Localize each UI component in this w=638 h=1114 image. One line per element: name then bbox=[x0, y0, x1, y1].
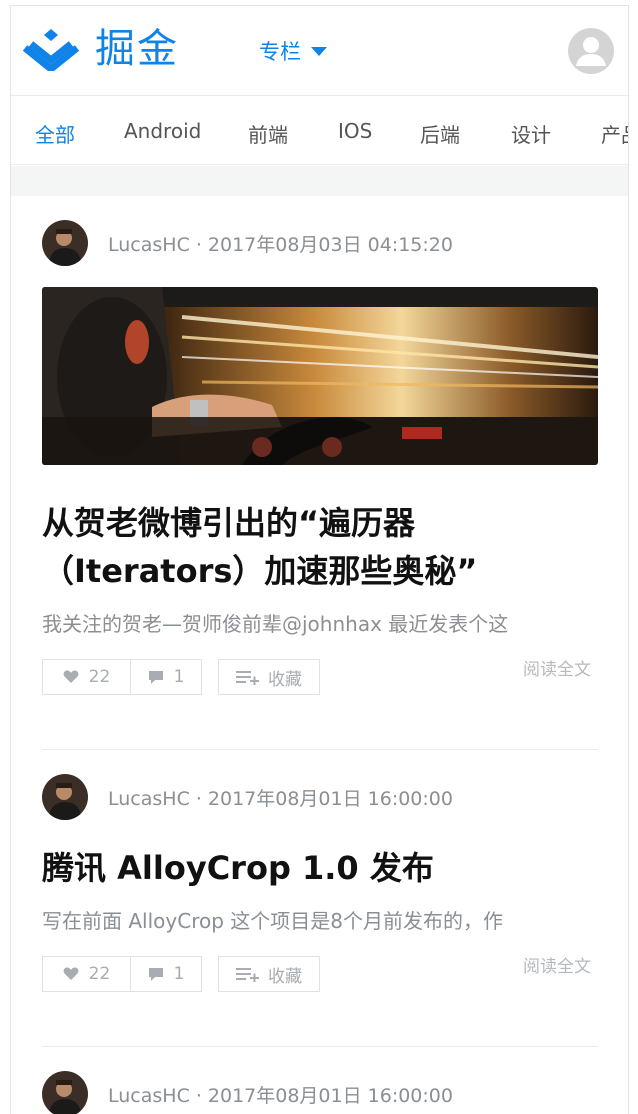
author-name[interactable]: LucasHC bbox=[108, 788, 190, 810]
collect-label: 收藏 bbox=[268, 669, 302, 690]
article-title[interactable]: 从贺老微博引出的“遍历器（Iterators）加速那些奥秘” bbox=[42, 499, 598, 595]
cover-photo bbox=[42, 287, 598, 465]
article-meta: LucasHC · 2017年08月01日 16:00:00 bbox=[42, 1071, 598, 1114]
publish-date: 2017年08月01日 16:00:00 bbox=[207, 787, 453, 810]
article-meta-text: LucasHC · 2017年08月01日 16:00:00 bbox=[108, 1084, 453, 1107]
author-name[interactable]: LucasHC bbox=[108, 234, 190, 256]
tab-design[interactable]: 设计 bbox=[511, 119, 551, 148]
article-card[interactable]: LucasHC · 2017年08月01日 16:00:00 bbox=[42, 1071, 598, 1114]
article-divider bbox=[42, 749, 598, 750]
tab-frontend[interactable]: 前端 bbox=[248, 119, 288, 148]
read-more-link[interactable]: 阅读全文 bbox=[523, 952, 591, 977]
column-select[interactable]: 专栏 bbox=[259, 36, 327, 66]
user-icon bbox=[576, 37, 606, 66]
article-actions: 22 1 收藏 阅读全文 bbox=[42, 659, 598, 695]
publish-date: 2017年08月03日 04:15:20 bbox=[207, 233, 453, 256]
chevron-down-icon bbox=[311, 46, 327, 56]
article-actions: 22 1 收藏 阅读全文 bbox=[42, 956, 598, 992]
column-select-label: 专栏 bbox=[259, 40, 301, 64]
tab-backend[interactable]: 后端 bbox=[420, 119, 460, 148]
heart-icon bbox=[63, 967, 79, 980]
author-photo bbox=[42, 220, 88, 266]
article-meta: LucasHC · 2017年08月03日 04:15:20 bbox=[42, 220, 598, 266]
publish-date: 2017年08月01日 16:00:00 bbox=[207, 1084, 453, 1107]
like-button[interactable]: 22 bbox=[43, 957, 131, 991]
article-card[interactable]: LucasHC · 2017年08月01日 16:00:00 腾讯 AlloyCro… bbox=[42, 774, 598, 992]
author-photo bbox=[42, 1071, 88, 1114]
collect-label: 收藏 bbox=[268, 966, 302, 987]
logo-text: 掘金 bbox=[95, 26, 179, 72]
category-tabs: 全部 Android 前端 IOS 后端 设计 产品 bbox=[11, 97, 628, 165]
comment-icon bbox=[148, 967, 163, 981]
author-avatar[interactable] bbox=[42, 1071, 88, 1114]
article-meta-text: LucasHC · 2017年08月03日 04:15:20 bbox=[108, 233, 453, 256]
like-comment-group: 22 1 bbox=[42, 659, 202, 695]
article-card[interactable]: LucasHC · 2017年08月03日 04:15:20 从贺老微博引出的“… bbox=[42, 220, 598, 695]
app-frame: 掘金 专栏 全部 Android 前端 IOS 后端 设计 产品 bbox=[10, 5, 629, 1114]
author-avatar[interactable] bbox=[42, 774, 88, 820]
collect-button[interactable]: 收藏 bbox=[218, 956, 320, 992]
comment-count: 1 bbox=[173, 667, 185, 687]
like-count: 22 bbox=[88, 667, 111, 687]
tab-android[interactable]: Android bbox=[124, 119, 201, 143]
author-name[interactable]: LucasHC bbox=[108, 1085, 190, 1107]
like-button[interactable]: 22 bbox=[43, 660, 131, 694]
heart-icon bbox=[63, 670, 79, 683]
logo[interactable]: 掘金 bbox=[23, 26, 179, 72]
comment-button[interactable]: 1 bbox=[131, 957, 201, 991]
article-excerpt: 我关注的贺老—贺师俊前辈@johnhax 最近发表个这 bbox=[42, 612, 509, 636]
tab-all[interactable]: 全部 bbox=[35, 119, 75, 148]
read-more-link[interactable]: 阅读全文 bbox=[523, 655, 591, 680]
article-title[interactable]: 腾讯 AlloyCrop 1.0 发布 bbox=[42, 844, 598, 892]
juejin-logo-icon bbox=[23, 29, 79, 71]
article-meta: LucasHC · 2017年08月01日 16:00:00 bbox=[42, 774, 598, 820]
user-avatar-button[interactable] bbox=[568, 28, 614, 74]
author-avatar[interactable] bbox=[42, 220, 88, 266]
comment-button[interactable]: 1 bbox=[131, 660, 201, 694]
collect-add-icon bbox=[236, 671, 259, 685]
top-header: 掘金 专栏 bbox=[11, 6, 628, 96]
like-count: 22 bbox=[88, 964, 111, 984]
tab-ios[interactable]: IOS bbox=[338, 119, 372, 143]
article-excerpt: 写在前面 AlloyCrop 这个项目是8个月前发布的，作 bbox=[42, 909, 503, 933]
article-cover-image[interactable] bbox=[42, 287, 598, 465]
tab-product[interactable]: 产品 bbox=[601, 119, 628, 148]
like-comment-group: 22 1 bbox=[42, 956, 202, 992]
comment-count: 1 bbox=[173, 964, 185, 984]
article-divider bbox=[42, 1046, 598, 1047]
collect-add-icon bbox=[236, 968, 259, 982]
author-photo bbox=[42, 774, 88, 820]
collect-button[interactable]: 收藏 bbox=[218, 659, 320, 695]
article-meta-text: LucasHC · 2017年08月01日 16:00:00 bbox=[108, 787, 453, 810]
section-gap bbox=[11, 166, 628, 196]
comment-icon bbox=[148, 670, 163, 684]
